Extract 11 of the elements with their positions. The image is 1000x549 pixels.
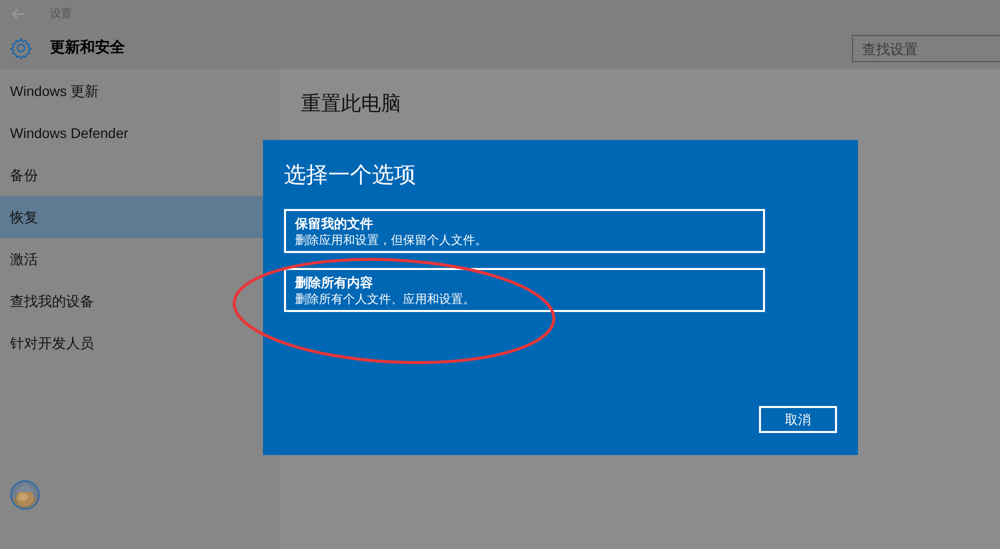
- page-heading: 重置此电脑: [301, 92, 402, 117]
- back-icon[interactable]: [12, 8, 26, 20]
- sidebar-item[interactable]: Windows Defender: [0, 112, 280, 154]
- option-button[interactable]: 保留我的文件 删除应用和设置，但保留个人文件。: [284, 209, 765, 253]
- search-field[interactable]: 查找设置: [852, 35, 1000, 62]
- settings-icon: [10, 37, 32, 59]
- cancel-button[interactable]: 取消: [759, 406, 837, 433]
- section-title: 更新和安全: [50, 38, 125, 58]
- option-button[interactable]: 删除所有内容 删除所有个人文件、应用和设置。: [284, 268, 765, 312]
- sidebar-item[interactable]: Windows 更新: [0, 70, 280, 112]
- dialog-title: 选择一个选项: [284, 161, 417, 189]
